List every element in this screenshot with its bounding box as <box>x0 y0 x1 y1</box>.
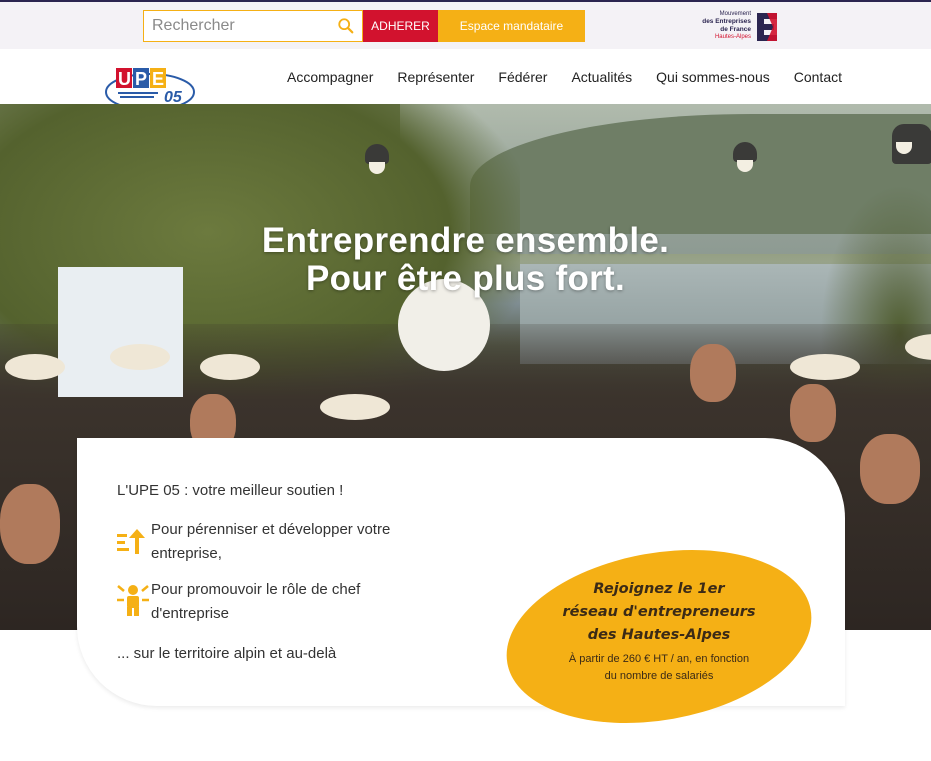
medef-e-icon <box>757 13 777 41</box>
nav-representer[interactable]: Représenter <box>397 69 474 85</box>
card-outro: ... sur le territoire alpin et au-delà <box>117 645 337 662</box>
hero-person <box>0 484 60 564</box>
hero-lamp <box>733 142 757 172</box>
hero-person <box>860 434 920 504</box>
join-line-2: réseau d'entrepreneurs <box>562 604 756 620</box>
hero-title-line-1: Entreprendre ensemble. <box>261 221 670 260</box>
hero-title-line-2: Pour être plus fort. <box>305 259 626 298</box>
nav-qui-sommes-nous[interactable]: Qui sommes-nous <box>656 69 770 85</box>
hero-hat <box>200 354 260 380</box>
hero-hat <box>5 354 65 380</box>
search-box[interactable] <box>143 10 363 42</box>
nav-actualites[interactable]: Actualités <box>571 69 632 85</box>
hero-person <box>790 384 836 442</box>
hero-lamp <box>365 144 389 174</box>
hero-title: Entreprendre ensemble. Pour être plus fo… <box>0 222 931 298</box>
leader-icon <box>117 585 149 616</box>
partner-line-4: Hautes-Alpes <box>714 34 751 40</box>
join-line-3: des Hautes-Alpes <box>587 627 731 643</box>
adherer-button[interactable]: ADHERER <box>363 10 438 42</box>
search-icon[interactable] <box>337 17 355 35</box>
join-cta[interactable]: Rejoignez le 1er réseau d'entrepreneurs … <box>505 578 813 685</box>
medef-logo[interactable]: Mouvement des Entreprises de France Haut… <box>689 11 781 43</box>
card-intro: L'UPE 05 : votre meilleur soutien ! <box>117 482 344 499</box>
hero-hat <box>790 354 860 380</box>
card-point-1-text: Pour pérenniser et développer votre entr… <box>151 521 391 562</box>
main-nav: Accompagner Représenter Fédérer Actualit… <box>287 69 842 85</box>
top-bar: ADHERER Espace mandataire Mouvement des … <box>0 0 931 49</box>
join-line-1: Rejoignez le 1er <box>593 581 725 597</box>
hero-hat <box>110 344 170 370</box>
nav-contact[interactable]: Contact <box>794 69 842 85</box>
svg-text:P: P <box>135 69 147 89</box>
card-point-2-text: Pour promouvoir le rôle de chef d'entrep… <box>151 581 361 622</box>
card-point-2: Pour promouvoir le rôle de chef d'entrep… <box>115 578 441 626</box>
join-price-line-1: À partir de 260 € HT / an, en fonction <box>568 653 750 665</box>
hero-lamp <box>892 124 931 164</box>
card-point-1: Pour pérenniser et développer votre entr… <box>115 518 451 566</box>
search-input[interactable] <box>144 11 329 41</box>
nav-federer[interactable]: Fédérer <box>498 69 547 85</box>
hero-person <box>690 344 736 402</box>
join-price: À partir de 260 € HT / an, en fonction d… <box>505 651 813 685</box>
espace-mandataire-button[interactable]: Espace mandataire <box>438 10 585 42</box>
nav-accompagner[interactable]: Accompagner <box>287 69 373 85</box>
partner-line-2: des Entreprises <box>702 18 751 25</box>
growth-icon <box>117 529 145 554</box>
partner-line-1: Mouvement <box>719 11 751 17</box>
hero-hat <box>320 394 390 420</box>
partner-line-3: de France <box>720 26 751 33</box>
join-price-line-2: du nombre de salariés <box>604 670 714 682</box>
svg-text:E: E <box>152 69 164 89</box>
svg-text:U: U <box>118 69 131 89</box>
